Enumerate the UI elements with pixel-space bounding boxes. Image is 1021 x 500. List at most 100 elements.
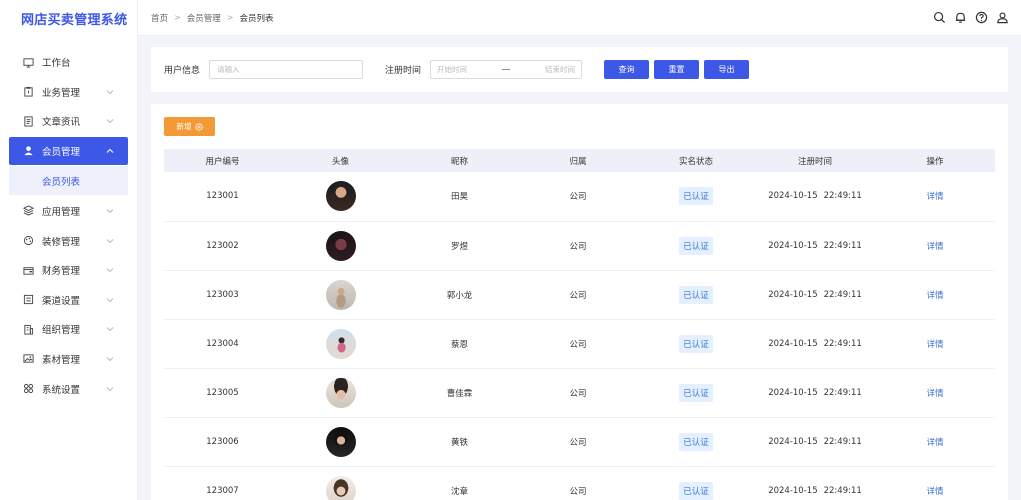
- sidebar-item-apps[interactable]: 应用管理: [9, 197, 128, 225]
- table-row: 123003 郭小龙 公司 已认证 2024-10-15 22:49:11 详情: [164, 270, 995, 319]
- member-table: 用户编号 头像 昵称 归属 实名状态 注册时间 操作 123001 田昊 公司 …: [164, 149, 995, 500]
- table-header-row: 用户编号 头像 昵称 归属 实名状态 注册时间 操作: [164, 149, 995, 172]
- chevron-right-icon: >: [174, 13, 181, 22]
- sidebar-subitem-member-list[interactable]: 会员列表: [9, 166, 128, 196]
- user-icon: [23, 145, 34, 156]
- table-row: 123002 罗煜 公司 已认证 2024-10-15 22:49:11 详情: [164, 221, 995, 270]
- sidebar-item-materials[interactable]: 素材管理: [9, 345, 128, 373]
- register-date: 2024-10-15: [768, 191, 818, 202]
- avatar: [325, 230, 356, 261]
- layers-icon: [23, 205, 34, 217]
- register-clock: 22:49:11: [823, 289, 862, 300]
- cell-action: 详情: [875, 368, 995, 417]
- sidebar-item-system-settings[interactable]: 系统设置: [9, 375, 128, 403]
- sidebar-item-members[interactable]: 会员管理: [9, 136, 128, 165]
- image-icon: [23, 353, 34, 364]
- filter-panel: 用户信息 请输入 注册时间 开始时间 一 结束时间 查询 重置 导出: [151, 47, 1008, 92]
- detail-link[interactable]: 详情: [926, 487, 943, 497]
- chevron-down-icon: [106, 238, 114, 243]
- export-button[interactable]: 导出: [704, 60, 750, 79]
- search-icon[interactable]: [933, 11, 946, 24]
- sidebar-item-label: 素材管理: [42, 354, 81, 366]
- sidebar-item-channels[interactable]: 渠道设置: [9, 286, 128, 314]
- register-date: 2024-10-15: [768, 485, 818, 496]
- cell-nickname: 曹佳霖: [446, 388, 473, 399]
- help-icon[interactable]: [975, 11, 988, 24]
- sidebar-item-finance[interactable]: 财务管理: [9, 256, 128, 284]
- cell-avatar: [281, 172, 400, 221]
- sidebar-item-label: 工作台: [42, 58, 71, 69]
- reset-button[interactable]: 重置: [654, 60, 700, 79]
- query-button[interactable]: 查询: [604, 60, 650, 79]
- account-icon[interactable]: [996, 11, 1009, 24]
- sidebar-item-decoration[interactable]: 装修管理: [9, 227, 128, 255]
- cell-org: 公司: [569, 192, 587, 203]
- add-member-button[interactable]: 新增: [164, 117, 215, 136]
- table-row: 123005 曹佳霖 公司 已认证 2024-10-15 22:49:11 详情: [164, 368, 995, 417]
- cell-id: 123001: [206, 191, 239, 202]
- cell-avatar: [281, 221, 400, 270]
- detail-link[interactable]: 详情: [926, 340, 943, 350]
- sidebar-item-workbench[interactable]: 工作台: [9, 48, 128, 76]
- end-time-input[interactable]: 结束时间: [545, 64, 575, 75]
- cell-status: 已认证: [637, 221, 755, 270]
- chevron-down-icon: [106, 357, 114, 362]
- cell-avatar: [281, 319, 400, 368]
- avatar: [325, 279, 356, 310]
- bell-icon[interactable]: [954, 11, 967, 24]
- building-icon: [23, 324, 34, 335]
- detail-link[interactable]: 详情: [926, 291, 943, 301]
- status-badge: 已认证: [679, 481, 713, 500]
- user-info-input[interactable]: 请输入: [209, 60, 364, 79]
- cell-avatar: [281, 466, 400, 500]
- register-time-range[interactable]: 开始时间 一 结束时间: [430, 60, 583, 79]
- sidebar-item-label: 业务管理: [42, 87, 81, 99]
- register-clock: 22:49:11: [823, 436, 862, 447]
- col-header-action: 操作: [926, 156, 944, 167]
- chevron-right-icon: >: [226, 13, 234, 22]
- register-date: 2024-10-15: [768, 240, 818, 251]
- cell-avatar: [281, 368, 400, 417]
- register-date: 2024-10-15: [768, 338, 818, 349]
- chevron-down-icon: [106, 209, 114, 214]
- cell-id: 123004: [206, 338, 239, 349]
- app-title: 网店买卖管理系统: [21, 12, 128, 28]
- register-clock: 22:49:11: [823, 485, 862, 496]
- cell-status: 已认证: [637, 270, 755, 319]
- sidebar-item-organization[interactable]: 组织管理: [9, 315, 128, 343]
- plus-circle-icon: [194, 122, 203, 131]
- detail-link[interactable]: 详情: [926, 389, 943, 399]
- chevron-down-icon: [106, 327, 114, 332]
- register-clock: 22:49:11: [823, 338, 862, 349]
- sidebar-item-business[interactable]: 业务管理: [9, 78, 128, 106]
- status-badge: 已认证: [679, 334, 713, 353]
- cell-nickname: 蔡恩: [450, 339, 468, 350]
- col-header-status: 实名状态: [678, 156, 713, 167]
- palette-icon: [23, 235, 34, 246]
- sidebar: 网店买卖管理系统 工作台 业务管理 文章资讯 会员管理 会员列表 应用管理 装修…: [0, 0, 138, 500]
- cell-action: 详情: [875, 466, 995, 500]
- col-header-org: 归属: [569, 156, 587, 167]
- start-time-input[interactable]: 开始时间: [437, 64, 467, 75]
- register-clock: 22:49:11: [823, 387, 862, 398]
- detail-link[interactable]: 详情: [926, 192, 943, 202]
- top-header: 首页 > 会员管理 > 会员列表: [138, 0, 1021, 36]
- sidebar-item-articles[interactable]: 文章资讯: [9, 107, 128, 135]
- cell-action: 详情: [875, 270, 995, 319]
- cell-status: 已认证: [637, 466, 755, 500]
- add-button-label: 新增: [176, 122, 192, 131]
- breadcrumb-members[interactable]: 会员管理: [187, 12, 221, 24]
- wallet-icon: [23, 265, 34, 276]
- register-date: 2024-10-15: [768, 436, 818, 447]
- cell-status: 已认证: [637, 319, 755, 368]
- status-badge: 已认证: [679, 236, 713, 255]
- breadcrumb-home[interactable]: 首页: [151, 12, 168, 24]
- detail-link[interactable]: 详情: [926, 438, 943, 448]
- register-time-label: 注册时间: [385, 66, 422, 76]
- breadcrumb: 首页 > 会员管理 > 会员列表: [151, 12, 273, 24]
- table-row: 123007 沈章 公司 已认证 2024-10-15 22:49:11 详情: [164, 466, 995, 500]
- cell-action: 详情: [875, 417, 995, 466]
- avatar: [325, 426, 356, 457]
- detail-link[interactable]: 详情: [926, 242, 943, 252]
- sidebar-item-label: 财务管理: [42, 266, 81, 278]
